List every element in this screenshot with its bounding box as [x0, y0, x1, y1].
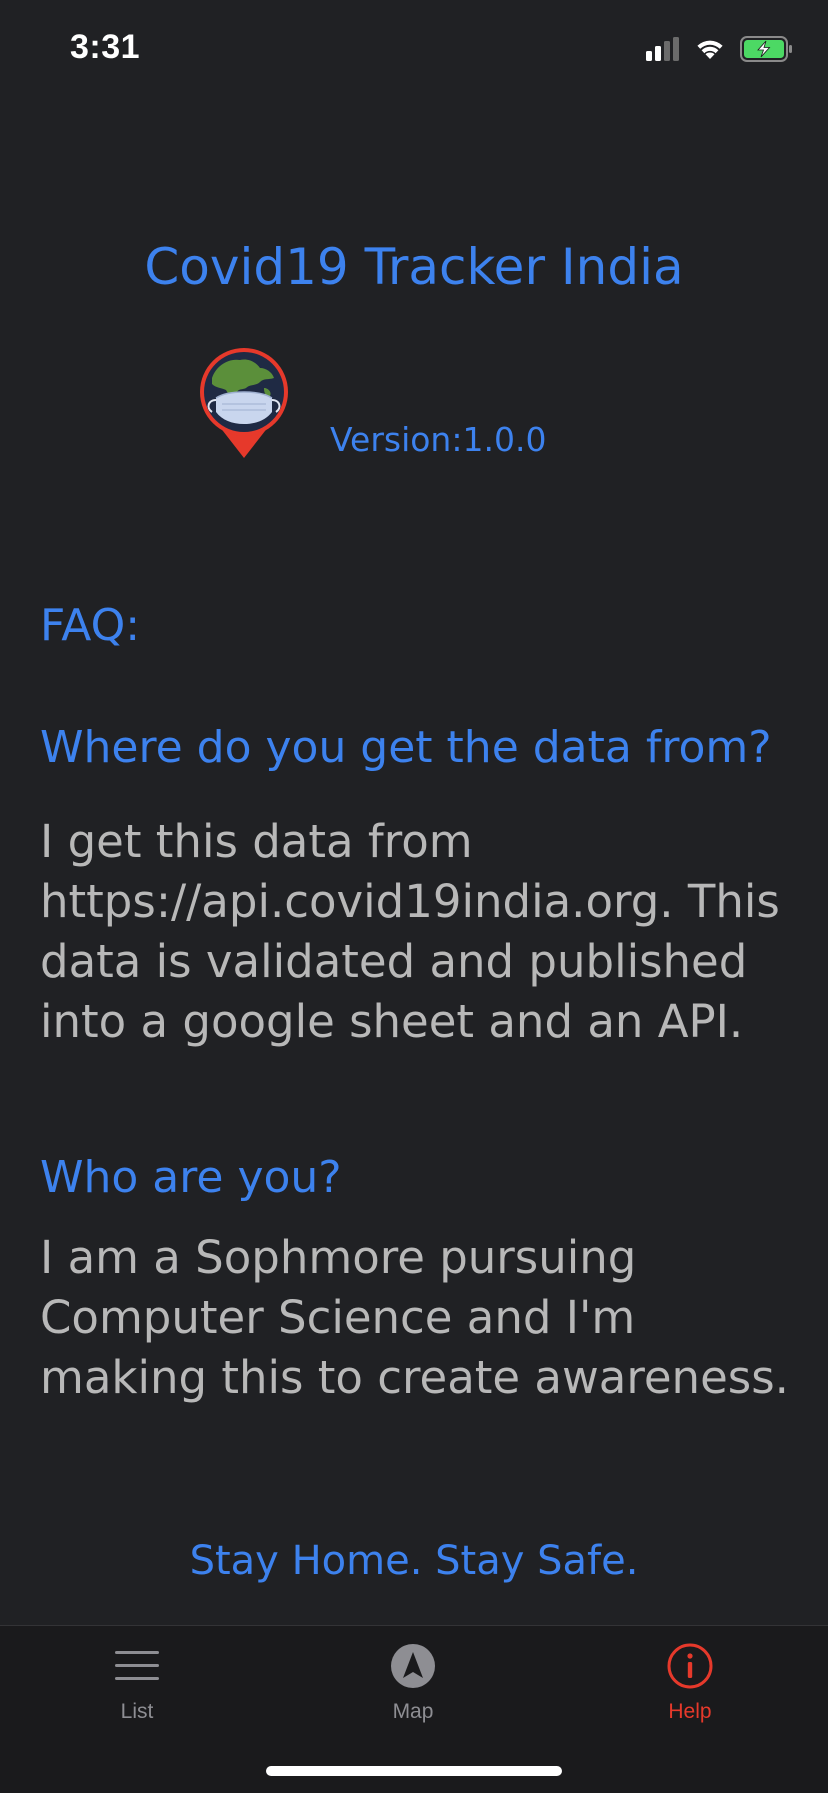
- tab-label: Map: [392, 1700, 434, 1723]
- tab-list[interactable]: List: [57, 1642, 217, 1724]
- tab-label: Help: [668, 1700, 712, 1723]
- navigation-arrow-icon: [391, 1644, 435, 1688]
- app-title: Covid19 Tracker India: [144, 238, 684, 296]
- status-bar: 3:31: [0, 0, 828, 100]
- signal-icon: [646, 37, 679, 61]
- faq-heading: FAQ:: [40, 600, 141, 651]
- app-logo-icon: [200, 348, 288, 458]
- version-label: Version:1.0.0: [330, 420, 547, 459]
- home-indicator[interactable]: [266, 1766, 562, 1776]
- status-icons: [646, 36, 794, 62]
- tab-map[interactable]: Map: [333, 1642, 493, 1724]
- faq-answer: I get this data from https://api.covid19…: [40, 815, 780, 1048]
- footer-message: Stay Home. Stay Safe.: [189, 1538, 639, 1584]
- faq-question: Where do you get the data from?: [40, 722, 772, 773]
- status-time: 3:31: [70, 28, 141, 66]
- wifi-icon: [697, 40, 723, 59]
- faq-answer: I am a Sophmore pursuing Computer Scienc…: [40, 1231, 789, 1404]
- tab-help[interactable]: Help: [610, 1642, 770, 1724]
- faq-question: Who are you?: [40, 1152, 342, 1203]
- battery-charging-icon: [740, 36, 792, 62]
- info-icon: [667, 1643, 713, 1689]
- list-icon: [115, 1651, 159, 1680]
- tab-label: List: [120, 1700, 154, 1723]
